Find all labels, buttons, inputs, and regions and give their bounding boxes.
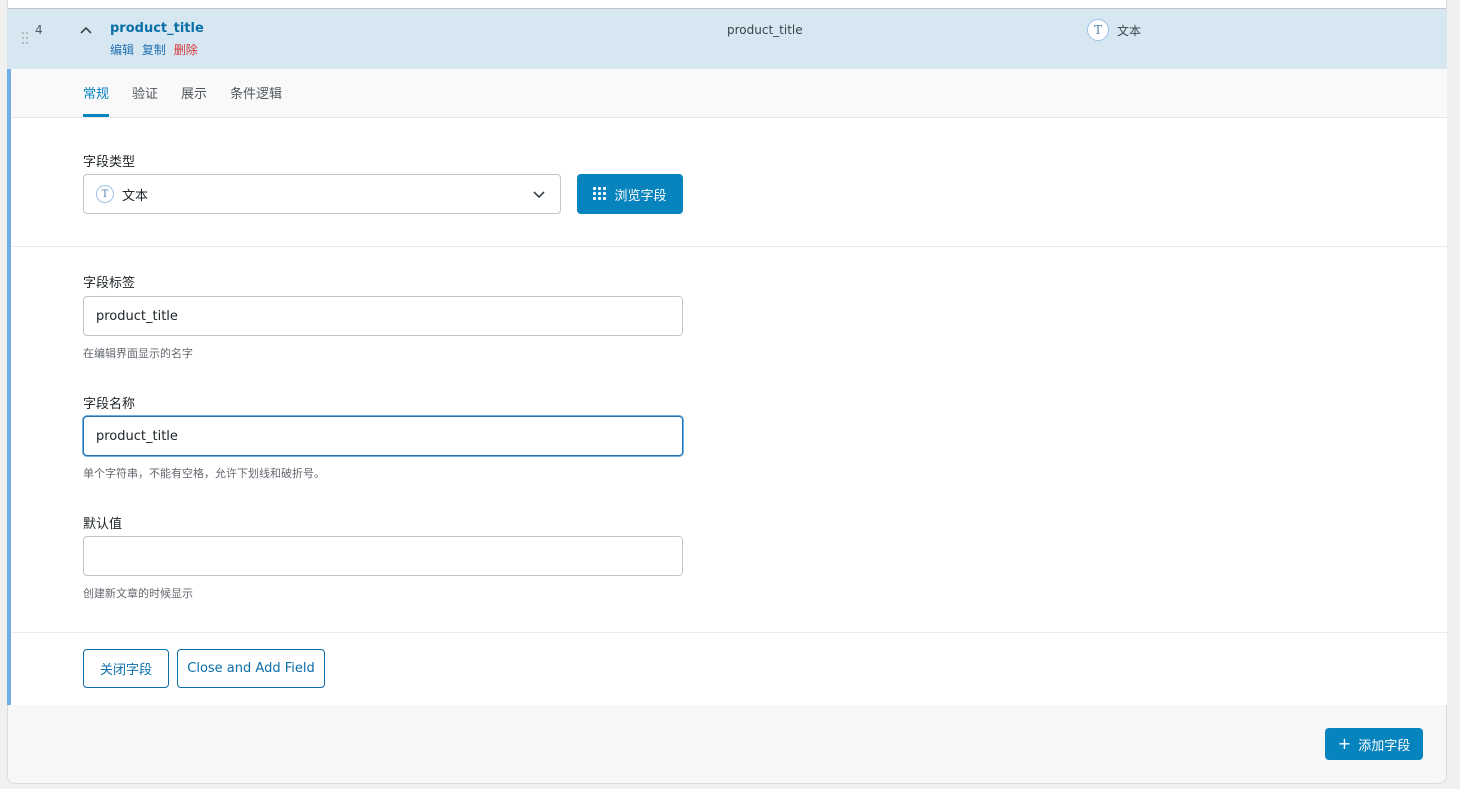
field-type-label: 字段类型 — [83, 155, 136, 170]
add-field-button[interactable]: + 添加字段 — [1325, 728, 1423, 760]
edit-link[interactable]: 编辑 — [110, 43, 134, 57]
text-type-icon: T — [1087, 19, 1109, 41]
field-row-header[interactable]: 4 product_title 编辑 复制 删除 product_title T… — [7, 9, 1447, 69]
tab-general[interactable]: 常规 — [83, 83, 110, 117]
duplicate-link[interactable]: 复制 — [142, 43, 166, 57]
settings-tabs: 常规 验证 展示 条件逻辑 — [11, 69, 1447, 118]
field-type-selected: 文本 — [122, 188, 149, 204]
drag-handle-icon[interactable] — [22, 32, 30, 46]
chevron-up-icon[interactable] — [79, 23, 93, 37]
section-divider — [11, 246, 1447, 247]
default-value-label: 默认值 — [83, 517, 123, 532]
default-value-hint: 创建新文章的时候显示 — [83, 587, 193, 600]
footer-divider — [11, 632, 1447, 633]
grid-icon — [593, 187, 607, 201]
field-name-input[interactable]: product_title — [83, 416, 683, 456]
default-value-input[interactable] — [83, 536, 683, 576]
add-field-label: 添加字段 — [1358, 738, 1411, 754]
delete-link[interactable]: 删除 — [174, 43, 198, 57]
text-type-icon: T — [96, 185, 114, 203]
field-type-select[interactable]: T 文本 — [83, 174, 561, 214]
field-name-label: 字段名称 — [83, 397, 136, 412]
field-name-column: product_title — [727, 23, 803, 37]
row-actions: 编辑 复制 删除 — [110, 41, 202, 58]
field-label-label: 字段标签 — [83, 276, 136, 291]
field-type-label: 文本 — [1117, 23, 1142, 38]
top-divider — [8, 0, 1446, 9]
chevron-down-icon — [533, 191, 545, 199]
close-and-add-field-button[interactable]: Close and Add Field — [177, 649, 325, 688]
field-label-input[interactable]: product_title — [83, 296, 683, 336]
field-settings: 常规 验证 展示 条件逻辑 字段类型 T 文本 浏览字段 字段标签 produc… — [7, 69, 1447, 705]
plus-icon: + — [1337, 734, 1352, 753]
browse-fields-label: 浏览字段 — [614, 188, 667, 204]
field-label-hint: 在编辑界面显示的名字 — [83, 347, 193, 360]
field-order-number: 4 — [35, 23, 43, 37]
close-field-button[interactable]: 关闭字段 — [83, 649, 169, 688]
browse-fields-button[interactable]: 浏览字段 — [577, 174, 683, 214]
field-type-column: T 文本 — [1087, 19, 1141, 41]
tab-validation[interactable]: 验证 — [132, 83, 158, 117]
tab-conditional-logic[interactable]: 条件逻辑 — [230, 83, 282, 117]
field-name-hint: 单个字符串，不能有空格，允许下划线和破折号。 — [83, 467, 325, 480]
tab-presentation[interactable]: 展示 — [181, 83, 207, 117]
field-title-link[interactable]: product_title — [110, 21, 204, 36]
